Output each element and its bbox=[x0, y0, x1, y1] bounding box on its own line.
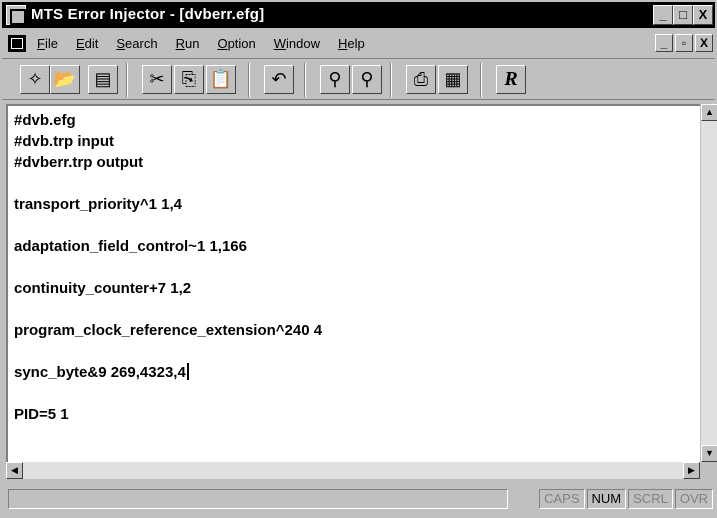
status-bar: CAPS NUM SCRL OVR bbox=[2, 484, 715, 516]
editor-line[interactable] bbox=[14, 383, 322, 404]
menu-run[interactable]: Run bbox=[175, 36, 201, 51]
document-icon[interactable] bbox=[8, 35, 26, 52]
title-bar[interactable]: MTS Error Injector - [dvberr.efg] _ □ X bbox=[2, 2, 715, 28]
menu-file[interactable]: File bbox=[36, 36, 59, 51]
editor-line[interactable]: PID=5 1 bbox=[14, 404, 322, 425]
status-num: NUM bbox=[586, 489, 627, 509]
status-caps: CAPS bbox=[539, 489, 585, 509]
menu-edit[interactable]: Edit bbox=[75, 36, 99, 51]
toolbar-separator bbox=[248, 63, 250, 97]
maximize-button[interactable]: □ bbox=[673, 5, 693, 25]
menu-search[interactable]: Search bbox=[115, 36, 158, 51]
editor-line[interactable]: transport_priority^1 1,4 bbox=[14, 194, 322, 215]
run-icon[interactable]: R bbox=[496, 65, 526, 94]
scroll-up-icon[interactable]: ▲ bbox=[701, 104, 717, 121]
status-ovr: OVR bbox=[674, 489, 713, 509]
editor-line[interactable]: program_clock_reference_extension^240 4 bbox=[14, 320, 322, 341]
text-caret bbox=[186, 363, 189, 380]
print-preview-icon[interactable]: ▦ bbox=[438, 65, 468, 94]
horizontal-scrollbar[interactable]: ◀ ▶ bbox=[6, 462, 700, 479]
editor-line[interactable] bbox=[14, 215, 322, 236]
editor-line[interactable] bbox=[14, 173, 322, 194]
scroll-right-icon[interactable]: ▶ bbox=[683, 462, 700, 479]
doc-restore-button[interactable]: ▫ bbox=[675, 34, 693, 52]
paste-icon[interactable]: 📋 bbox=[206, 65, 236, 94]
doc-close-button[interactable]: X bbox=[695, 34, 713, 52]
status-scrl: SCRL bbox=[628, 489, 673, 509]
replace-icon[interactable]: ⚲ bbox=[352, 65, 382, 94]
menu-help[interactable]: Help bbox=[337, 36, 366, 51]
minimize-button[interactable]: _ bbox=[653, 5, 673, 25]
menu-option[interactable]: Option bbox=[216, 36, 256, 51]
status-message bbox=[8, 489, 508, 509]
toolbar-separator bbox=[390, 63, 392, 97]
menu-window[interactable]: Window bbox=[273, 36, 321, 51]
editor-line[interactable] bbox=[14, 341, 322, 362]
toolbar-separator bbox=[480, 63, 482, 97]
vertical-scrollbar[interactable]: ▲ ▼ bbox=[700, 104, 717, 462]
editor-line[interactable]: #dvb.efg bbox=[14, 110, 322, 131]
cut-icon[interactable]: ✂ bbox=[142, 65, 172, 94]
copy-icon[interactable]: ⎘ bbox=[174, 65, 204, 94]
save-icon[interactable]: ▤ bbox=[88, 65, 118, 94]
editor-content[interactable]: #dvb.efg #dvb.trp input #dvberr.trp output… bbox=[14, 110, 322, 425]
window-title: MTS Error Injector - [dvberr.efg] bbox=[31, 6, 265, 23]
open-icon[interactable]: 📂 bbox=[50, 65, 80, 94]
editor-line[interactable] bbox=[14, 299, 322, 320]
close-button[interactable]: X bbox=[693, 5, 713, 25]
new-icon[interactable]: ✧ bbox=[20, 65, 50, 94]
undo-icon[interactable]: ↶ bbox=[264, 65, 294, 94]
scroll-left-icon[interactable]: ◀ bbox=[6, 462, 23, 479]
editor-line[interactable]: sync_byte&9 269,4323,4 bbox=[14, 362, 322, 383]
app-window: MTS Error Injector - [dvberr.efg] _ □ X … bbox=[0, 0, 717, 518]
editor-line[interactable]: adaptation_field_control~1 1,166 bbox=[14, 236, 322, 257]
find-icon[interactable]: ⚲ bbox=[320, 65, 350, 94]
doc-minimize-button[interactable]: _ bbox=[655, 34, 673, 52]
editor-line[interactable] bbox=[14, 257, 322, 278]
text-editor[interactable]: #dvb.efg #dvb.trp input #dvberr.trp output… bbox=[6, 104, 717, 462]
editor-line[interactable]: #dvberr.trp output bbox=[14, 152, 322, 173]
toolbar-separator bbox=[304, 63, 306, 97]
toolbar: ✧ 📂 ▤ ✂ ⎘ 📋 ↶ ⚲ ⚲ ⎙ ▦ R bbox=[2, 58, 715, 100]
menu-bar: File Edit Search Run Option Window Help _ ▫ X bbox=[2, 30, 715, 56]
scroll-down-icon[interactable]: ▼ bbox=[701, 445, 717, 462]
print-icon[interactable]: ⎙ bbox=[406, 65, 436, 94]
toolbar-separator bbox=[126, 63, 128, 97]
editor-line[interactable]: #dvb.trp input bbox=[14, 131, 322, 152]
app-icon[interactable] bbox=[6, 5, 26, 25]
editor-line[interactable]: continuity_counter+7 1,2 bbox=[14, 278, 322, 299]
